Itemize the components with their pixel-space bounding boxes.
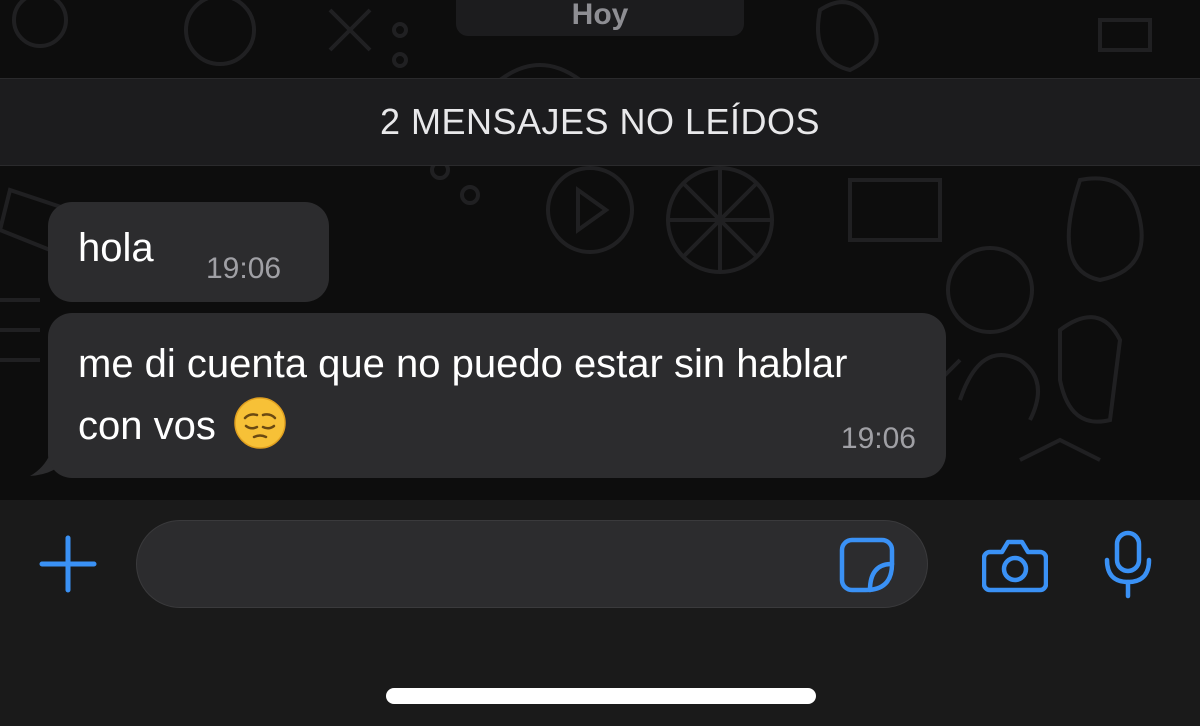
message-timestamp: 19:06 xyxy=(840,422,916,455)
camera-icon[interactable] xyxy=(982,536,1048,594)
plus-icon[interactable] xyxy=(38,534,98,594)
unread-banner-label: 2 MENSAJES NO LEÍDOS xyxy=(379,101,821,142)
sticker-icon[interactable] xyxy=(838,536,896,594)
unread-messages-banner: 2 MENSAJES NO LEÍDOS xyxy=(0,78,1200,166)
chat-messages-area[interactable]: Hoy 2 MENSAJES NO LEÍDOS hola 19:06 me d… xyxy=(0,0,1200,500)
home-indicator[interactable] xyxy=(386,688,816,704)
message-text: hola xyxy=(78,226,154,270)
date-label: Hoy xyxy=(571,0,629,31)
message-text-container: me di cuenta que no puedo estar sin habl… xyxy=(78,333,898,457)
message-bubble[interactable]: hola 19:06 xyxy=(48,202,329,302)
message-text: me di cuenta que no puedo estar sin habl… xyxy=(78,342,848,448)
message-timestamp: 19:06 xyxy=(206,252,282,285)
chat-screen: Hoy 2 MENSAJES NO LEÍDOS hola 19:06 me d… xyxy=(0,0,1200,726)
date-chip: Hoy xyxy=(456,0,744,36)
message-input[interactable] xyxy=(136,520,928,608)
microphone-icon[interactable] xyxy=(1102,530,1154,600)
message-bubble[interactable]: me di cuenta que no puedo estar sin habl… xyxy=(48,313,946,478)
pensive-face-emoji-icon xyxy=(234,397,286,450)
